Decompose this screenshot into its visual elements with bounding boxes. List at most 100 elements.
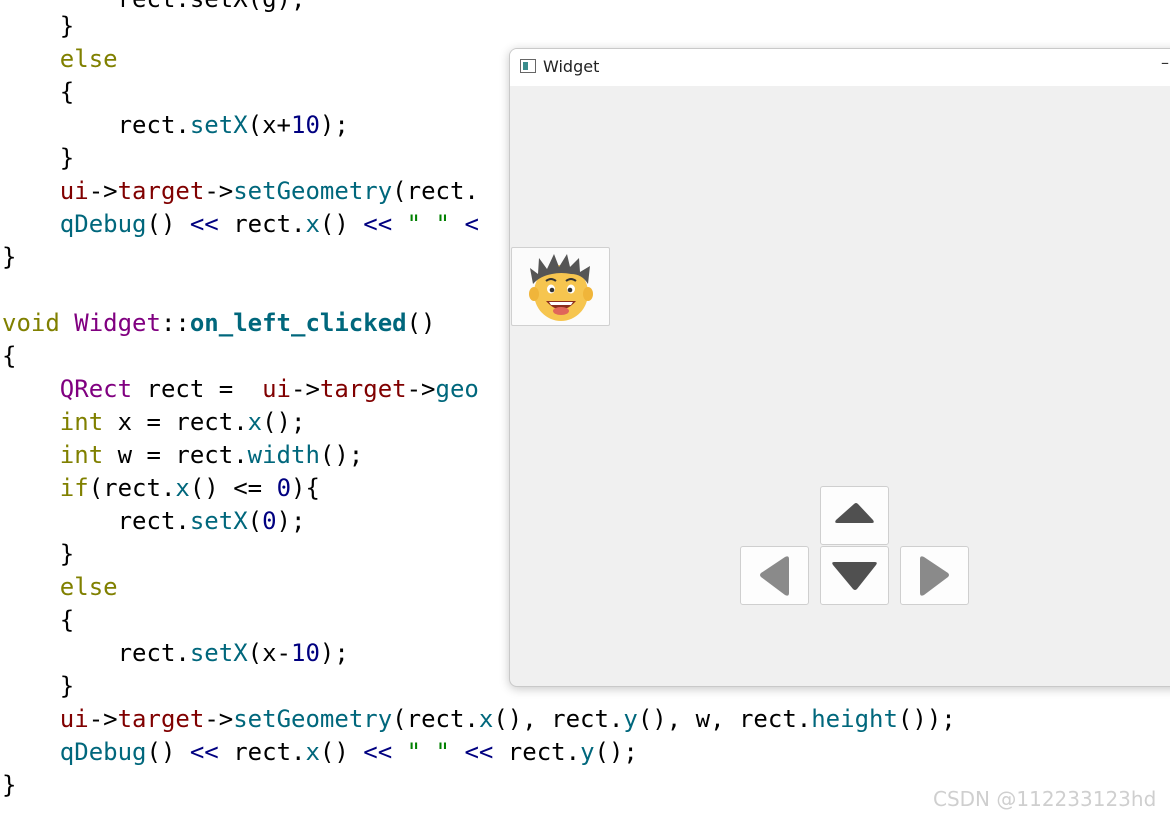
code-number: 10 (291, 639, 320, 667)
code-text: rect. (493, 738, 581, 766)
code-text: -> (406, 375, 436, 403)
code-text: -> (88, 177, 118, 205)
code-text: () (146, 210, 190, 238)
code-text: } (2, 540, 75, 568)
code-text: -> (204, 705, 234, 733)
left-button[interactable] (740, 546, 809, 605)
cartoon-face-icon (529, 254, 593, 321)
code-text: } (2, 771, 17, 799)
code-text: ){ (291, 474, 320, 502)
code-text: ); (319, 111, 349, 139)
code-line: int w = rect.width(); (2, 439, 363, 472)
code-line: { (2, 604, 74, 637)
right-button[interactable] (900, 546, 969, 605)
code-function: setX (189, 639, 248, 667)
window-title: Widget (543, 57, 600, 76)
code-text: (); (262, 408, 306, 436)
code-function: y (580, 738, 595, 766)
watermark: CSDN @112233123hd (933, 787, 1157, 811)
code-text: -> (204, 177, 234, 205)
code-line: QRect rect = ui->target->geo (2, 373, 479, 406)
code-number: 0 (262, 507, 277, 535)
triangle-left-icon (760, 556, 789, 596)
code-function: setX (189, 507, 248, 535)
code-string: " " (406, 738, 450, 766)
code-operator: << (363, 210, 393, 238)
code-text: rect. (2, 507, 190, 535)
code-line: { (2, 340, 16, 373)
code-text: (rect. (88, 474, 176, 502)
code-function: x (247, 408, 263, 436)
code-text: } (2, 243, 17, 271)
window-titlebar[interactable]: Widget – (510, 49, 1170, 86)
code-keyword: int (59, 408, 104, 436)
code-line: } (2, 769, 16, 802)
code-string: " " (406, 210, 450, 238)
code-type: Widget (74, 309, 161, 337)
code-text: ( (247, 507, 263, 535)
code-text: } (2, 672, 75, 700)
code-text: (), w, rect. (637, 705, 812, 733)
code-text: rect. (218, 210, 306, 238)
code-text: () (406, 309, 436, 337)
code-text: (rect. (392, 177, 479, 205)
code-text: (); (594, 738, 638, 766)
code-text: w = rect. (103, 441, 248, 469)
code-text: () (319, 210, 364, 238)
code-line: ui->target->setGeometry(rect.x(), rect.y… (2, 703, 956, 736)
code-text: (); (319, 441, 364, 469)
target-button[interactable] (511, 247, 610, 326)
code-operator: < (450, 210, 479, 238)
code-text: rect. (2, 639, 190, 667)
code-text: (rect. (392, 705, 479, 733)
code-text: { (2, 78, 75, 106)
code-line: } (2, 241, 16, 274)
code-type: QRect (59, 375, 133, 403)
code-function-name: on_left_clicked (189, 309, 407, 337)
code-text: (x- (247, 639, 291, 667)
code-pointer: target (117, 705, 205, 733)
code-line: else (2, 571, 118, 604)
code-text: rect. (218, 738, 306, 766)
code-keyword: else (59, 573, 118, 601)
code-text: rect = (132, 375, 263, 403)
code-operator: << (464, 738, 494, 766)
code-pointer: ui (262, 375, 291, 403)
code-text: ); (319, 639, 349, 667)
code-text: (x+ (247, 111, 291, 139)
code-keyword: if (59, 474, 89, 502)
code-line: int x = rect.x(); (2, 406, 306, 439)
code-function: x (305, 210, 320, 238)
code-line: } (2, 142, 74, 175)
triangle-right-icon (920, 556, 949, 596)
code-keyword: else (59, 45, 118, 73)
code-function: setGeometry (233, 705, 393, 733)
code-function: setGeometry (233, 177, 393, 205)
minimize-button[interactable]: – (1161, 53, 1169, 72)
code-function: x (175, 474, 190, 502)
code-line: } (2, 538, 74, 571)
code-pointer: ui (59, 177, 89, 205)
code-line: ui->target->setGeometry(rect. (2, 175, 479, 208)
code-line: void Widget::on_left_clicked() (2, 307, 436, 340)
code-number: 0 (276, 474, 292, 502)
down-button[interactable] (820, 546, 889, 605)
code-operator: << (363, 738, 393, 766)
code-text: } (2, 144, 75, 172)
code-text: () (319, 738, 364, 766)
code-pointer: target (117, 177, 205, 205)
code-function: qDebug (59, 210, 147, 238)
widget-window: Widget – (509, 48, 1170, 687)
up-button[interactable] (820, 486, 889, 545)
code-text: ()); (897, 705, 956, 733)
code-line: else (2, 43, 118, 76)
code-text: (), rect. (493, 705, 624, 733)
code-function: x (305, 738, 320, 766)
